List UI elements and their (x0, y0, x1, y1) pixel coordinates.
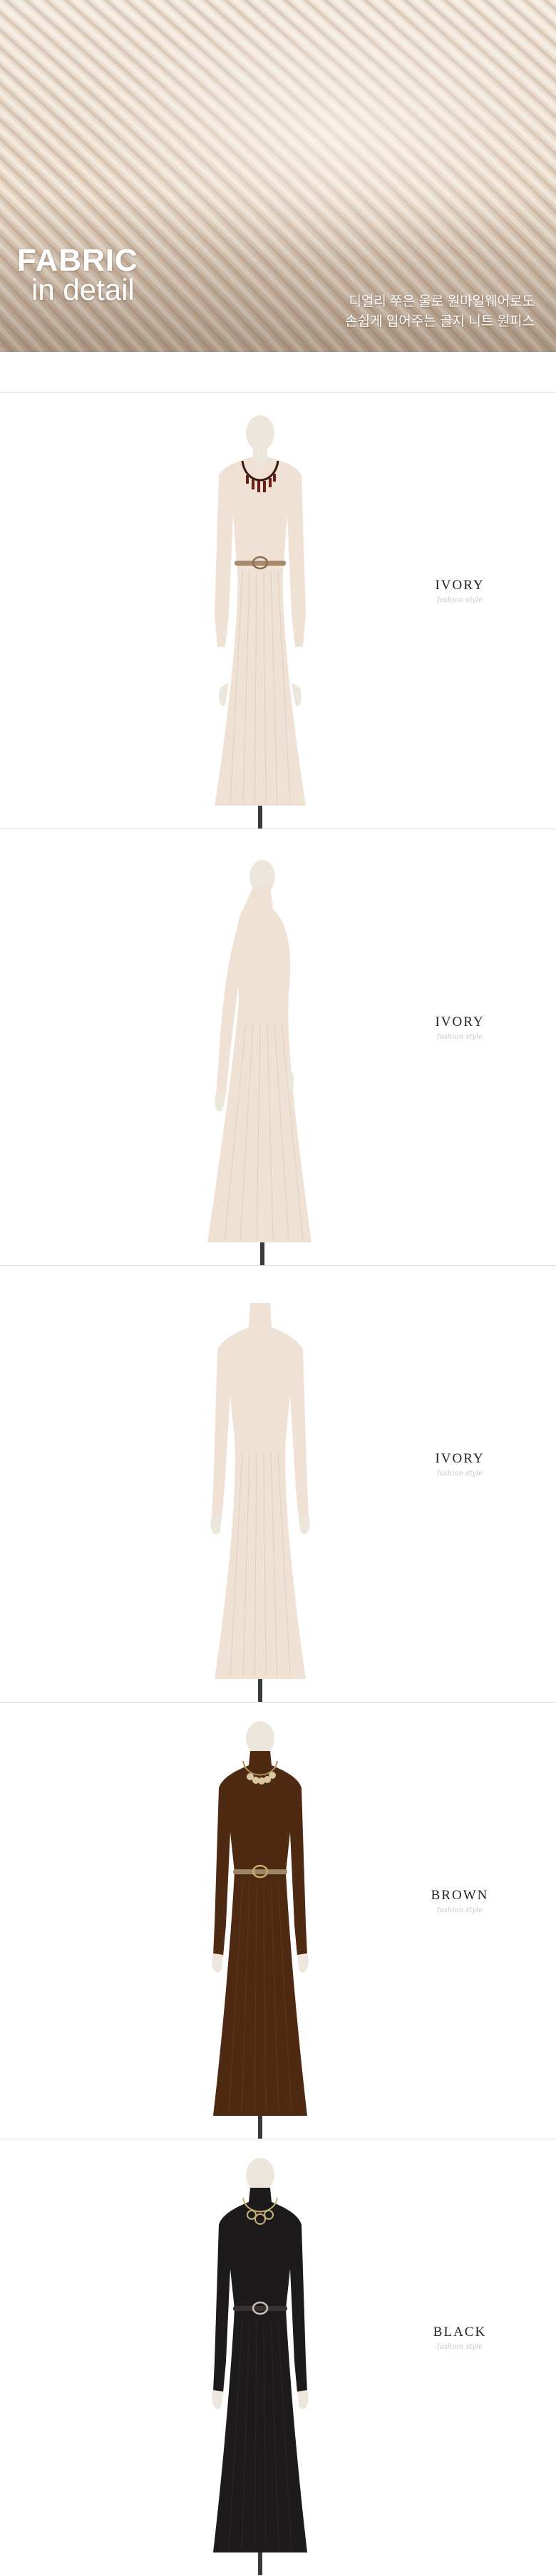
color-label: BROWN fashion style (399, 1888, 520, 1914)
product-section-ivory-side: IVORY fashion style (0, 829, 556, 1265)
color-subtitle: fashion style (437, 596, 483, 604)
fabric-title-line2: in detail (31, 273, 135, 306)
color-subtitle: fashion style (437, 2343, 483, 2351)
dress-photo (212, 1721, 309, 2139)
color-subtitle: fashion style (437, 1033, 483, 1041)
color-name: IVORY (435, 1014, 485, 1029)
fabric-caption-line1: 디얼리 쭈은 울로 원마일웨어로도 (349, 294, 535, 309)
fabric-detail-hero: FABRIC in detail 디얼리 쭈은 울로 원마일웨어로도 손쉽게 입… (0, 0, 556, 352)
color-name: IVORY (435, 1451, 485, 1466)
color-name: IVORY (435, 578, 485, 593)
color-subtitle: fashion style (437, 1906, 483, 1914)
dress-photo (212, 2158, 309, 2575)
fabric-title: FABRIC in detail (17, 245, 138, 305)
product-section-ivory-front: IVORY fashion style (0, 393, 556, 829)
fabric-caption: 디얼리 쭈은 울로 원마일웨어로도 손쉽게 입어주는 골지 니트 원피스 (345, 292, 535, 332)
dress-photo (207, 860, 312, 1265)
color-subtitle: fashion style (437, 1470, 483, 1477)
color-name: BLACK (433, 2325, 487, 2339)
dress-photo (210, 1303, 310, 1702)
color-label: IVORY fashion style (399, 1451, 520, 1477)
color-label: IVORY fashion style (399, 578, 520, 604)
product-section-ivory-back: IVORY fashion style (0, 1266, 556, 1702)
color-label: BLACK fashion style (399, 2325, 520, 2351)
dress-photo (215, 415, 306, 829)
color-name: BROWN (431, 1888, 489, 1903)
product-section-brown-front: BROWN fashion style (0, 1703, 556, 2139)
product-section-black-front: BLACK fashion style (0, 2139, 556, 2575)
color-label: IVORY fashion style (399, 1014, 520, 1041)
fabric-caption-line2: 손쉽게 입어주는 골지 니트 원피스 (345, 314, 535, 329)
fabric-title-line1: FABRIC (17, 243, 138, 278)
